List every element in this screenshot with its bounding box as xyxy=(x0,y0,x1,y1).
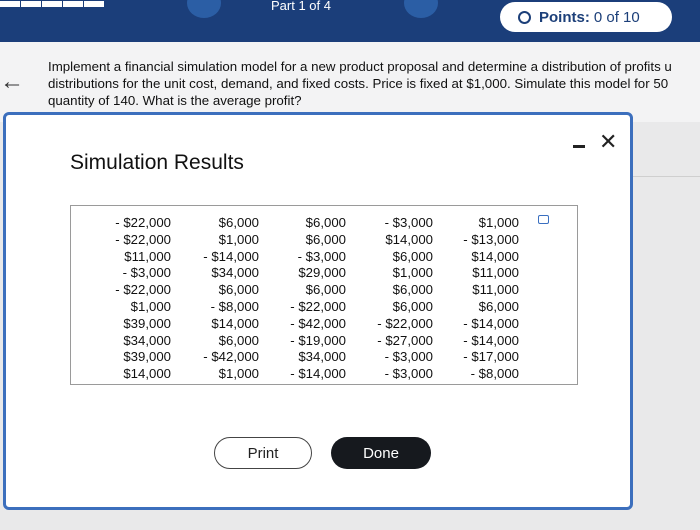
table-cell: - $22,000 xyxy=(290,298,346,314)
table-cell: $39,000 xyxy=(123,315,171,331)
top-header: ▬▬▬▬▬ Part 1 of 4 Points: 0 of 10 xyxy=(0,0,700,42)
table-cell: $34,000 xyxy=(123,332,171,348)
print-button[interactable]: Print xyxy=(214,437,312,469)
table-cell: $14,000 xyxy=(385,231,433,247)
points-badge: Points: 0 of 10 xyxy=(500,2,672,32)
table-cell: - $22,000 xyxy=(377,315,433,331)
table-cell: $6,000 xyxy=(392,248,433,264)
table-cell: $1,000 xyxy=(218,231,259,247)
results-column-3: $6,000 $6,000 - $3,000 $29,000 $6,000 - … xyxy=(276,215,346,383)
table-cell: $29,000 xyxy=(298,265,346,281)
copy-icon[interactable] xyxy=(538,215,549,224)
back-arrow-icon[interactable]: ← xyxy=(0,68,24,96)
table-cell: - $13,000 xyxy=(463,231,519,247)
table-cell: - $14,000 xyxy=(203,248,259,264)
table-cell: - $42,000 xyxy=(203,349,259,365)
close-icon[interactable]: ✕ xyxy=(599,131,617,153)
table-cell: $34,000 xyxy=(298,349,346,365)
table-cell: $1,000 xyxy=(130,298,171,314)
header-logo-fragment: ▬▬▬▬▬ xyxy=(0,0,105,12)
table-cell: $1,000 xyxy=(478,215,519,230)
table-cell: $6,000 xyxy=(305,215,346,230)
dialog-title: Simulation Results xyxy=(70,151,244,174)
question-text: Implement a financial simulation model f… xyxy=(48,59,672,108)
divider xyxy=(628,176,700,177)
table-cell: $11,000 xyxy=(124,248,171,264)
table-cell: $6,000 xyxy=(392,282,433,298)
results-column-5: $1,000 - $13,000 $14,000 $11,000 $11,000… xyxy=(449,215,519,383)
table-cell: - $8,000 xyxy=(470,366,519,382)
table-cell: $6,000 xyxy=(218,282,259,298)
table-cell: - $22,000 xyxy=(115,215,171,230)
table-cell: $11,000 xyxy=(472,282,519,298)
simulation-results-dialog: Simulation Results ✕ - $22,000 - $22,000… xyxy=(3,112,633,510)
points-value: 0 of 10 xyxy=(593,8,640,26)
table-cell: - $17,000 xyxy=(463,349,519,365)
table-cell: - $14,000 xyxy=(463,315,519,331)
table-cell: - $3,000 xyxy=(122,265,171,281)
table-cell: - $27,000 xyxy=(377,332,433,348)
table-cell: - $22,000 xyxy=(115,231,171,247)
minimize-icon[interactable] xyxy=(573,145,585,148)
table-cell: - $42,000 xyxy=(290,315,346,331)
table-cell: - $3,000 xyxy=(384,349,433,365)
table-cell: $6,000 xyxy=(305,231,346,247)
table-cell: - $8,000 xyxy=(210,298,259,314)
table-cell: - $3,000 xyxy=(297,248,346,264)
table-cell: - $14,000 xyxy=(290,366,346,382)
table-cell: - $3,000 xyxy=(384,215,433,230)
table-cell: $39,000 xyxy=(123,349,171,365)
table-cell: $6,000 xyxy=(392,298,433,314)
table-cell: - $22,000 xyxy=(115,282,171,298)
circle-outline-icon xyxy=(518,10,531,24)
results-column-1: - $22,000 - $22,000 $11,000 - $3,000 - $… xyxy=(107,215,171,383)
results-table: - $22,000 - $22,000 $11,000 - $3,000 - $… xyxy=(70,205,578,385)
table-cell: - $14,000 xyxy=(463,332,519,348)
results-column-2: $6,000 $1,000 - $14,000 $34,000 $6,000 -… xyxy=(189,215,259,383)
table-cell: $1,000 xyxy=(218,366,259,382)
table-cell: - $19,000 xyxy=(290,332,346,348)
nav-circle-left[interactable] xyxy=(187,0,221,18)
table-cell: $14,000 xyxy=(211,315,259,331)
table-cell: $14,000 xyxy=(471,248,519,264)
table-cell: $1,000 xyxy=(392,265,433,281)
table-cell: $14,000 xyxy=(123,366,171,382)
table-cell: $6,000 xyxy=(218,332,259,348)
table-cell: $11,000 xyxy=(472,265,519,281)
part-label: Part 1 of 4 xyxy=(271,0,331,13)
table-cell: $6,000 xyxy=(305,282,346,298)
table-cell: $6,000 xyxy=(218,215,259,230)
nav-circle-right[interactable] xyxy=(404,0,438,18)
table-cell: $6,000 xyxy=(478,298,519,314)
table-cell: $34,000 xyxy=(211,265,259,281)
results-column-4: - $3,000 $14,000 $6,000 $1,000 $6,000 $6… xyxy=(363,215,433,383)
done-button[interactable]: Done xyxy=(331,437,431,469)
table-cell: - $3,000 xyxy=(384,366,433,382)
points-label: Points: xyxy=(539,8,590,26)
